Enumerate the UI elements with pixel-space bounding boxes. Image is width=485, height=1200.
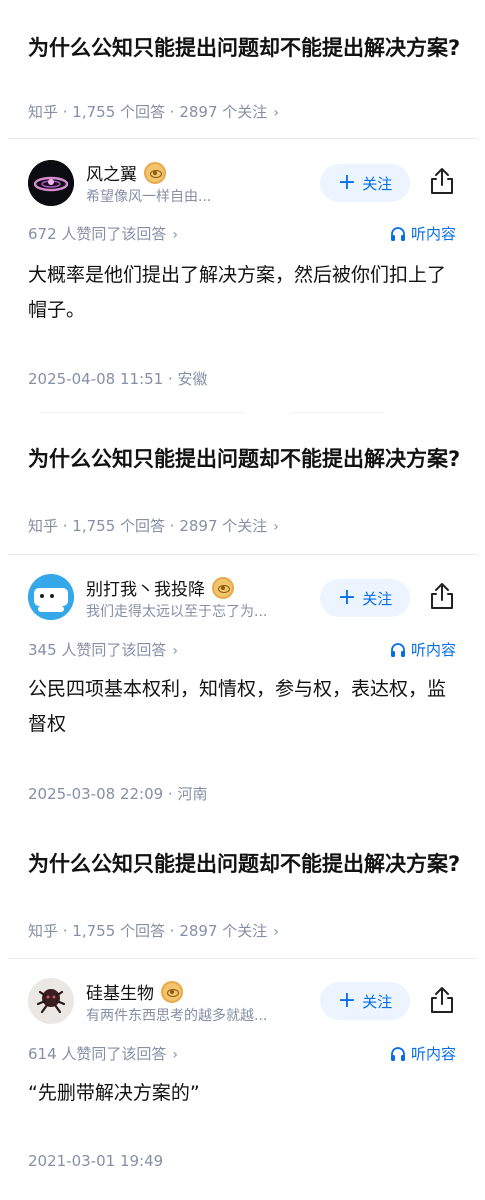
follow-label: 关注 (362, 174, 393, 193)
avatar[interactable] (28, 160, 74, 206)
answer-text[interactable]: 公民四项基本权利，知情权，参与权，表达权，监督权 (28, 672, 458, 742)
vote-count-text: 345 人赞同了该回答 (28, 641, 167, 659)
follow-label: 关注 (362, 589, 393, 608)
listen-label: 听内容 (410, 225, 456, 243)
author-bio: 有两件东西思考的越多就越... (86, 1008, 268, 1024)
author-name[interactable]: 风之翼 (86, 160, 166, 185)
follow-button[interactable]: + 关注 (320, 579, 410, 617)
author-bio: 我们走得太远以至于忘了为... (86, 604, 268, 620)
author-bio: 希望像风一样自由... (86, 189, 212, 205)
listen-button[interactable]: 听内容 (390, 223, 456, 244)
share-icon[interactable] (428, 581, 456, 611)
chevron-right-icon: › (273, 924, 279, 940)
chevron-right-icon: › (172, 227, 179, 243)
divider (290, 412, 385, 413)
question-meta[interactable]: 知乎 · 1,755 个回答 · 2897 个关注 › (28, 515, 279, 536)
answer-footer: 2021-03-01 19:49 (28, 1152, 164, 1170)
plus-icon: + (337, 988, 357, 1013)
chevron-right-icon: › (273, 519, 279, 535)
vote-count-text: 672 人赞同了该回答 (28, 225, 167, 243)
listen-button[interactable]: 听内容 (390, 639, 456, 660)
answer-card: 为什么公知只能提出问题却不能提出解决方案? 知乎 · 1,755 个回答 · 2… (0, 0, 485, 1170)
avatar[interactable] (28, 574, 74, 620)
vote-count[interactable]: 345 人赞同了该回答 › (28, 639, 178, 660)
author-name-text: 风之翼 (86, 165, 137, 185)
share-icon[interactable] (428, 166, 456, 196)
listen-label: 听内容 (410, 1045, 456, 1063)
question-title[interactable]: 为什么公知只能提出问题却不能提出解决方案? (28, 30, 468, 67)
headphones-icon (390, 226, 405, 241)
chevron-right-icon: › (172, 643, 179, 659)
avatar[interactable] (28, 978, 74, 1024)
eye-badge-icon (144, 161, 166, 184)
question-meta[interactable]: 知乎 · 1,755 个回答 · 2897 个关注 › (28, 101, 279, 122)
plus-icon: + (337, 585, 357, 610)
chevron-right-icon: › (273, 105, 279, 121)
question-title[interactable]: 为什么公知只能提出问题却不能提出解决方案? (28, 846, 468, 883)
vote-count-text: 614 人赞同了该回答 (28, 1045, 167, 1063)
listen-button[interactable]: 听内容 (390, 1043, 456, 1064)
divider (8, 958, 477, 959)
author-name-text: 硅基生物 (86, 984, 154, 1004)
answer-card: 为什么公知只能提出问题却不能提出解决方案? 知乎 · 1,755 个回答 · 2… (0, 0, 485, 413)
divider (8, 138, 477, 139)
vote-count[interactable]: 614 人赞同了该回答 › (28, 1043, 178, 1064)
headphones-icon (390, 1046, 405, 1061)
listen-label: 听内容 (410, 641, 456, 659)
follow-button[interactable]: + 关注 (320, 982, 410, 1020)
avatar-image (28, 574, 74, 620)
eye-badge-icon (212, 576, 234, 599)
author-name-text: 别打我丶我投降 (86, 580, 205, 600)
author-name[interactable]: 硅基生物 (86, 979, 183, 1004)
chevron-right-icon: › (172, 1047, 179, 1063)
question-meta-text: 知乎 · 1,755 个回答 · 2897 个关注 (28, 922, 268, 940)
avatar-image (28, 978, 74, 1024)
answer-text[interactable]: 大概率是他们提出了解决方案，然后被你们扣上了帽子。 (28, 258, 458, 328)
share-icon[interactable] (428, 985, 456, 1015)
question-title[interactable]: 为什么公知只能提出问题却不能提出解决方案? (28, 441, 468, 478)
divider (8, 554, 477, 555)
question-meta[interactable]: 知乎 · 1,755 个回答 · 2897 个关注 › (28, 920, 279, 941)
question-meta-text: 知乎 · 1,755 个回答 · 2897 个关注 (28, 517, 268, 535)
answer-footer: 2025-04-08 11:51 · 安徽 (28, 370, 208, 388)
question-meta-text: 知乎 · 1,755 个回答 · 2897 个关注 (28, 103, 268, 121)
headphones-icon (390, 642, 405, 657)
answer-text[interactable]: “先删带解决方案的” (28, 1076, 458, 1111)
eye-badge-icon (161, 980, 183, 1003)
avatar-image (28, 160, 74, 206)
answer-footer: 2025-03-08 22:09 · 河南 (28, 785, 208, 803)
vote-count[interactable]: 672 人赞同了该回答 › (28, 223, 178, 244)
divider (40, 412, 245, 413)
plus-icon: + (337, 170, 357, 195)
follow-label: 关注 (362, 992, 393, 1011)
author-name[interactable]: 别打我丶我投降 (86, 575, 234, 600)
follow-button[interactable]: + 关注 (320, 164, 410, 202)
